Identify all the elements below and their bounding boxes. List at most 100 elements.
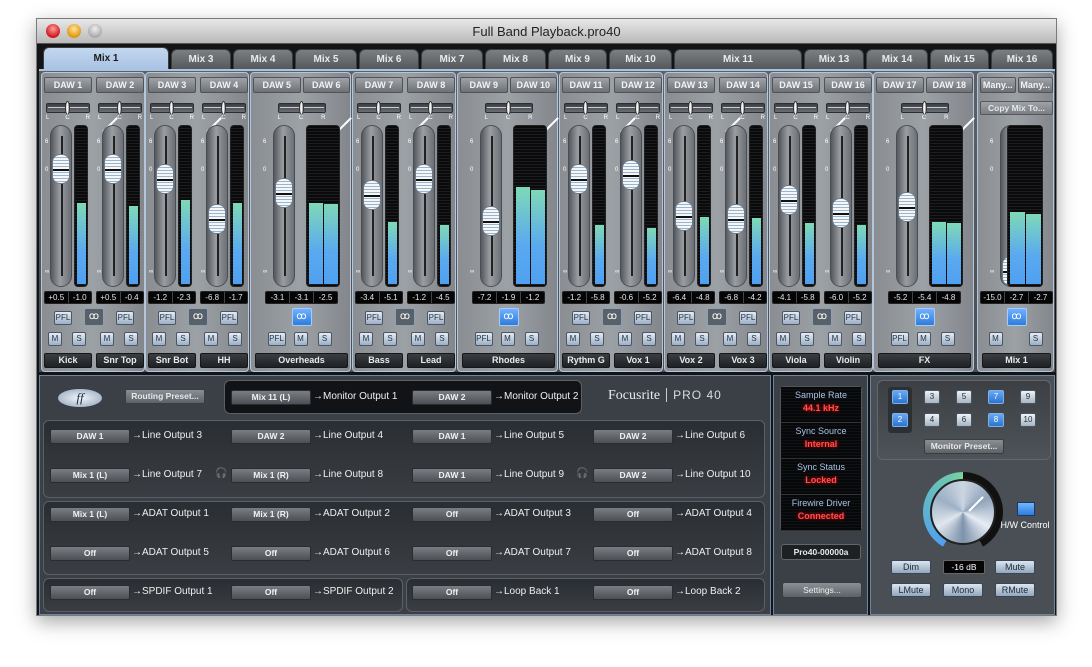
route-source-select[interactable]: DAW 1 bbox=[50, 429, 130, 444]
solo-button[interactable]: S bbox=[524, 332, 539, 346]
route-source-select[interactable]: Off bbox=[50, 585, 130, 600]
fader-handle[interactable] bbox=[622, 160, 640, 191]
solo-button[interactable]: S bbox=[642, 332, 656, 346]
input-source-button[interactable]: DAW 2 bbox=[96, 77, 144, 93]
input-source-button[interactable]: DAW 5 bbox=[253, 77, 301, 93]
mute-channel-button[interactable]: M bbox=[618, 332, 632, 346]
route-source-select[interactable]: Mix 1 (L) bbox=[50, 468, 130, 483]
solo-button[interactable]: S bbox=[940, 332, 955, 346]
copy-mix-button[interactable]: Copy Mix To... bbox=[980, 101, 1053, 115]
route-source-select[interactable]: Mix 1 (R) bbox=[231, 468, 311, 483]
input-source-button[interactable]: DAW 6 bbox=[302, 77, 350, 93]
route-source-select[interactable]: DAW 2 bbox=[593, 468, 673, 483]
pfl-button[interactable]: PFL bbox=[739, 311, 757, 325]
tab-mix-8[interactable]: Mix 8 bbox=[485, 49, 546, 69]
pfl-button[interactable]: PFL bbox=[365, 311, 383, 325]
route-source-select[interactable]: DAW 2 bbox=[412, 390, 492, 405]
solo-button[interactable]: S bbox=[590, 332, 604, 346]
input-source-button[interactable]: DAW 11 bbox=[562, 77, 610, 93]
route-source-select[interactable]: Mix 11 (L) bbox=[231, 390, 311, 405]
fader-handle[interactable] bbox=[104, 153, 122, 184]
volume-fader[interactable] bbox=[620, 125, 642, 287]
pan-handle[interactable] bbox=[583, 101, 588, 115]
tab-mix-13[interactable]: Mix 13 bbox=[804, 49, 864, 69]
input-source-button[interactable]: DAW 15 bbox=[772, 77, 820, 93]
tab-mix-1[interactable]: Mix 1 bbox=[43, 47, 169, 69]
mute-channel-button[interactable]: M bbox=[916, 332, 931, 346]
mute-channel-button[interactable]: M bbox=[411, 332, 425, 346]
route-source-select[interactable]: Off bbox=[412, 585, 492, 600]
input-source-button[interactable]: DAW 8 bbox=[407, 77, 455, 93]
route-source-select[interactable]: Off bbox=[231, 546, 311, 561]
route-source-select[interactable]: Off bbox=[412, 546, 492, 561]
input-source-button[interactable]: Many... bbox=[1017, 77, 1053, 93]
tab-mix-6[interactable]: Mix 6 bbox=[359, 49, 419, 69]
input-source-button[interactable]: DAW 16 bbox=[824, 77, 872, 93]
solo-button[interactable]: S bbox=[695, 332, 709, 346]
input-source-button[interactable]: DAW 18 bbox=[925, 77, 973, 93]
settings-button[interactable]: Settings... bbox=[782, 582, 862, 598]
pan-handle[interactable] bbox=[688, 101, 693, 115]
volume-fader[interactable] bbox=[206, 125, 228, 287]
mute-button[interactable]: Mute bbox=[995, 560, 1035, 574]
fader-handle[interactable] bbox=[898, 192, 916, 223]
volume-fader[interactable] bbox=[568, 125, 590, 287]
volume-fader[interactable] bbox=[273, 125, 295, 287]
pan-handle[interactable] bbox=[845, 101, 850, 115]
pan-handle[interactable] bbox=[117, 101, 122, 115]
fader-handle[interactable] bbox=[415, 164, 433, 195]
fader-handle[interactable] bbox=[208, 203, 226, 234]
pan-slider[interactable]: LCR bbox=[409, 99, 453, 121]
pan-slider[interactable]: LCR bbox=[98, 99, 142, 121]
stereo-link-button[interactable]: ꝏ bbox=[498, 308, 519, 326]
route-source-select[interactable]: Off bbox=[593, 507, 673, 522]
solo-button[interactable]: S bbox=[176, 332, 190, 346]
solo-button[interactable]: S bbox=[800, 332, 814, 346]
pan-slider[interactable]: LCR bbox=[774, 99, 818, 121]
route-source-select[interactable]: Mix 1 (R) bbox=[231, 507, 311, 522]
volume-fader[interactable] bbox=[778, 125, 800, 287]
monitor-level-knob[interactable] bbox=[923, 472, 1003, 552]
pan-handle[interactable] bbox=[921, 101, 927, 115]
monitor-output-2-button[interactable]: 2 bbox=[892, 413, 908, 427]
monitor-output-5-button[interactable]: 5 bbox=[956, 390, 972, 404]
fader-handle[interactable] bbox=[482, 206, 500, 237]
volume-fader[interactable] bbox=[413, 125, 435, 287]
fader-handle[interactable] bbox=[156, 164, 174, 195]
solo-button[interactable]: S bbox=[383, 332, 397, 346]
pfl-button[interactable]: PFL bbox=[677, 311, 695, 325]
route-source-select[interactable]: Mix 1 (L) bbox=[50, 507, 130, 522]
pfl-button[interactable]: PFL bbox=[158, 311, 176, 325]
fader-handle[interactable] bbox=[727, 203, 745, 234]
fader-handle[interactable] bbox=[675, 200, 693, 231]
pan-slider[interactable]: LCR bbox=[150, 99, 194, 121]
tab-mix-10[interactable]: Mix 10 bbox=[609, 49, 672, 69]
tab-mix-9[interactable]: Mix 9 bbox=[548, 49, 607, 69]
solo-button[interactable]: S bbox=[228, 332, 242, 346]
tab-mix-11[interactable]: Mix 11 bbox=[674, 49, 802, 69]
route-source-select[interactable]: Off bbox=[231, 585, 311, 600]
pan-handle[interactable] bbox=[298, 101, 304, 115]
dim-button[interactable]: Dim bbox=[891, 560, 931, 574]
mute-channel-button[interactable]: M bbox=[293, 332, 308, 346]
pan-handle[interactable] bbox=[740, 101, 745, 115]
pan-handle[interactable] bbox=[221, 101, 226, 115]
pfl-button[interactable]: PFL bbox=[890, 332, 909, 346]
input-source-button[interactable]: DAW 13 bbox=[667, 77, 715, 93]
pan-slider[interactable]: LCR bbox=[46, 99, 90, 121]
volume-fader[interactable] bbox=[830, 125, 852, 287]
solo-button[interactable]: S bbox=[1028, 332, 1043, 346]
pan-slider[interactable]: LCR bbox=[721, 99, 765, 121]
pan-handle[interactable] bbox=[505, 101, 511, 115]
monitor-preset-button[interactable]: Monitor Preset... bbox=[924, 439, 1004, 454]
monitor-output-3-button[interactable]: 3 bbox=[924, 390, 940, 404]
route-source-select[interactable]: Off bbox=[412, 507, 492, 522]
pan-handle[interactable] bbox=[635, 101, 640, 115]
pan-slider[interactable]: LCR bbox=[616, 99, 660, 121]
mute-channel-button[interactable]: M bbox=[100, 332, 114, 346]
mute-channel-button[interactable]: M bbox=[776, 332, 790, 346]
route-source-select[interactable]: Off bbox=[593, 585, 673, 600]
routing-preset-button[interactable]: Routing Preset... bbox=[125, 389, 205, 404]
input-source-button[interactable]: DAW 14 bbox=[719, 77, 767, 93]
pan-slider[interactable]: LCR bbox=[277, 99, 326, 121]
